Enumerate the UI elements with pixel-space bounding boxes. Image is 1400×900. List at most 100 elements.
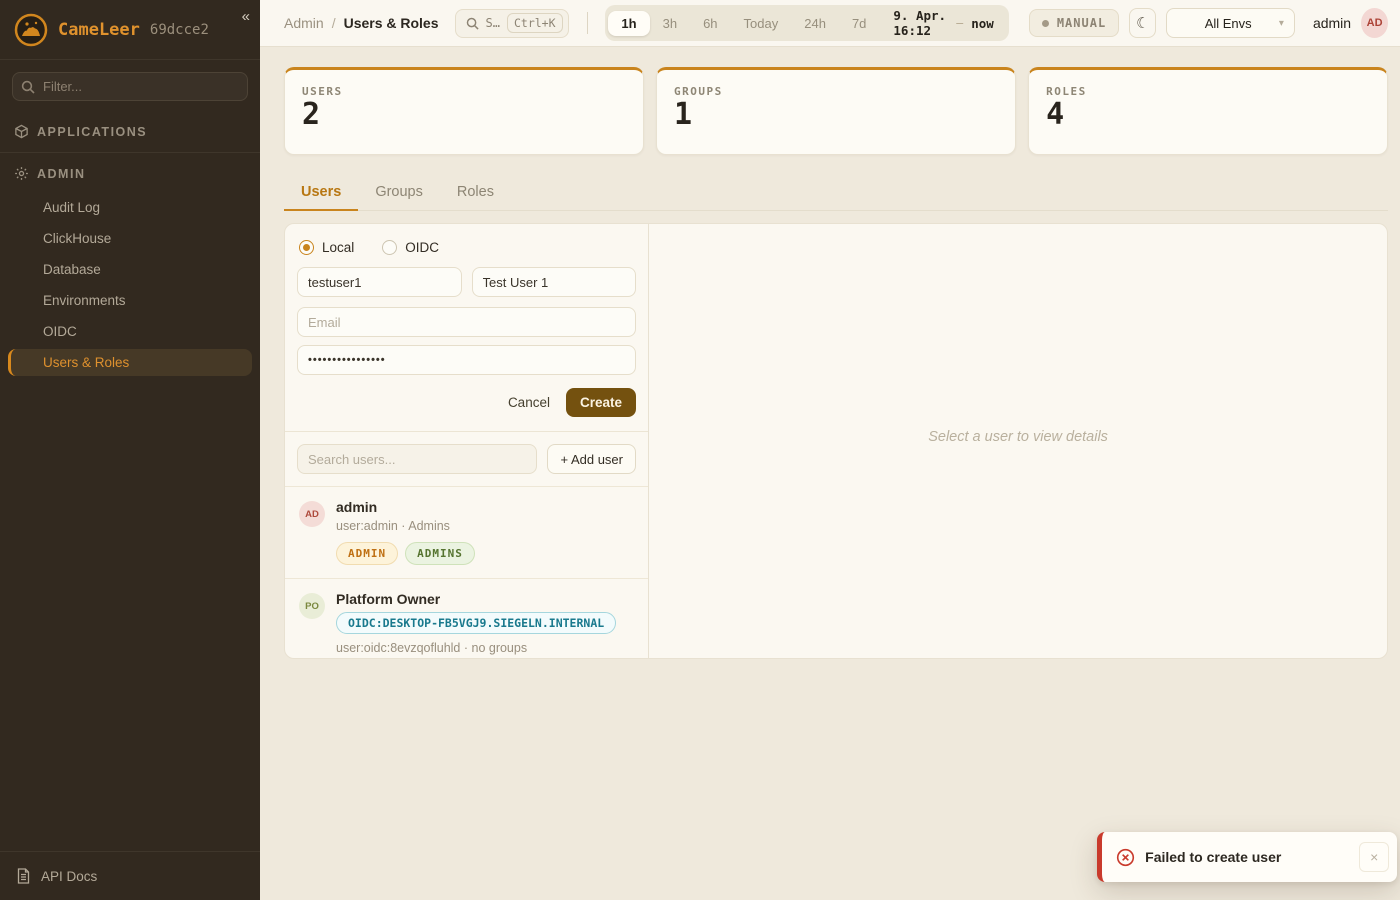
status-dot-icon (1042, 20, 1049, 27)
sidebar-item-clickhouse[interactable]: ClickHouse (8, 225, 252, 252)
time-range-7d[interactable]: 7d (839, 11, 879, 36)
toast-message: Failed to create user (1145, 849, 1349, 865)
sidebar-item-audit-log[interactable]: Audit Log (8, 194, 252, 221)
api-docs-link[interactable]: API Docs (0, 851, 260, 900)
oidc-issuer-badge: OIDC:DESKTOP-FB5VGJ9.SIEGELN.INTERNAL (336, 612, 616, 634)
badges-row: ADMIN ADMINS (336, 542, 634, 565)
users-panel-left: Local OIDC (285, 224, 649, 658)
radio-local[interactable]: Local (299, 240, 354, 255)
cameleer-logo-icon (14, 13, 48, 47)
refresh-mode-button[interactable]: MANUAL (1029, 9, 1119, 37)
time-range-6h[interactable]: 6h (690, 11, 730, 36)
sidebar-filter-input[interactable] (12, 72, 248, 101)
tab-groups[interactable]: Groups (358, 175, 440, 211)
user-subtitle: user:admin · Admins (336, 519, 634, 533)
sidebar-item-environments[interactable]: Environments (8, 287, 252, 314)
user-subtitle: user:oidc:8evzqofluhld · no groups (336, 641, 634, 655)
search-users-input[interactable] (297, 444, 537, 474)
breadcrumb-parent[interactable]: Admin (284, 15, 324, 31)
time-range-3h[interactable]: 3h (650, 11, 690, 36)
dark-mode-toggle[interactable]: ☾ (1129, 8, 1156, 38)
user-details-panel: Select a user to view details (649, 224, 1387, 658)
sidebar-item-users-roles[interactable]: Users & Roles (8, 349, 252, 376)
cancel-button[interactable]: Cancel (508, 395, 550, 410)
package-icon (14, 124, 29, 139)
tab-bar: Users Groups Roles (284, 175, 1388, 211)
moon-icon: ☾ (1136, 14, 1149, 32)
sidebar-item-database[interactable]: Database (8, 256, 252, 283)
user-row-platform-owner[interactable]: PO Platform Owner OIDC:DESKTOP-FB5VGJ9.S… (285, 578, 648, 658)
stat-card-roles: ROLES 4 (1028, 67, 1388, 155)
breadcrumb: Admin / Users & Roles (284, 15, 439, 31)
time-from-value[interactable]: 9. Apr. 16:12 (879, 8, 956, 38)
radio-oidc-label: OIDC (405, 240, 439, 255)
document-icon (16, 868, 31, 884)
radio-selected-icon (299, 240, 314, 255)
refresh-mode-label: MANUAL (1057, 16, 1106, 30)
environment-select-value: All Envs (1177, 16, 1278, 31)
radio-unselected-icon (382, 240, 397, 255)
avatar: PO (299, 593, 325, 619)
user-name: Platform Owner (336, 591, 634, 607)
toast-close-button[interactable]: × (1359, 842, 1389, 872)
page-content: USERS 2 GROUPS 1 ROLES 4 Users Groups Ro… (260, 47, 1400, 900)
name-fields-row (297, 267, 636, 297)
global-search-placeholder: S… (486, 16, 500, 30)
user-avatar[interactable]: AD (1361, 8, 1388, 38)
user-search-row: + Add user (285, 432, 648, 486)
stat-value: 1 (674, 100, 998, 130)
user-row-admin[interactable]: AD admin user:admin · Admins ADMIN ADMIN… (285, 486, 648, 578)
tab-users[interactable]: Users (284, 175, 358, 211)
radio-oidc[interactable]: OIDC (382, 240, 439, 255)
user-name: admin (336, 499, 634, 515)
error-toast: Failed to create user × (1097, 832, 1397, 882)
search-icon (21, 80, 35, 94)
app-window: CameLeer 69dcce2 « APPLICATIONS ADMIN Au… (0, 0, 1400, 900)
stat-value: 4 (1046, 100, 1370, 130)
gear-icon (14, 166, 29, 181)
stat-card-groups: GROUPS 1 (656, 67, 1016, 155)
sidebar-logo-row: CameLeer 69dcce2 « (0, 0, 260, 60)
global-search-button[interactable]: S… Ctrl+K (455, 9, 569, 38)
display-name-field[interactable] (472, 267, 637, 297)
create-button[interactable]: Create (566, 388, 636, 417)
users-panel: Local OIDC (284, 223, 1388, 659)
time-range-today[interactable]: Today (731, 11, 792, 36)
group-badge-admins: ADMINS (405, 542, 475, 565)
admin-nav: Audit Log ClickHouse Database Environmen… (0, 192, 260, 378)
sidebar-section-admin[interactable]: ADMIN (0, 155, 260, 192)
main-area: Admin / Users & Roles S… Ctrl+K 1h 3h 6h… (260, 0, 1400, 900)
sidebar-section-applications[interactable]: APPLICATIONS (0, 113, 260, 150)
stat-cards: USERS 2 GROUPS 1 ROLES 4 (284, 67, 1388, 155)
password-field[interactable] (297, 345, 636, 375)
header-divider (587, 12, 588, 34)
radio-local-label: Local (322, 240, 354, 255)
breadcrumb-current: Users & Roles (344, 15, 439, 31)
stat-value: 2 (302, 100, 626, 130)
stat-card-users: USERS 2 (284, 67, 644, 155)
top-header: Admin / Users & Roles S… Ctrl+K 1h 3h 6h… (260, 0, 1400, 47)
error-circle-x-icon (1116, 848, 1135, 867)
auth-type-radio-group: Local OIDC (297, 236, 636, 257)
stat-label: ROLES (1046, 85, 1370, 98)
search-icon (466, 17, 479, 30)
add-user-button[interactable]: + Add user (547, 444, 636, 474)
sidebar-item-oidc[interactable]: OIDC (8, 318, 252, 345)
time-range-picker: 1h 3h 6h Today 24h 7d 9. Apr. 16:12 – no… (605, 5, 1008, 41)
collapse-sidebar-icon[interactable]: « (242, 8, 250, 25)
sidebar-filter (12, 72, 248, 101)
shortcut-badge: Ctrl+K (507, 13, 563, 33)
email-field[interactable] (297, 307, 636, 337)
app-title: CameLeer (58, 20, 140, 40)
time-range-1h[interactable]: 1h (608, 11, 649, 36)
logged-in-user-label: admin (1313, 15, 1351, 31)
username-field[interactable] (297, 267, 462, 297)
app-version: 69dcce2 (150, 22, 209, 38)
tab-roles[interactable]: Roles (440, 175, 511, 211)
environment-select[interactable]: All Envs ▾ (1166, 8, 1294, 38)
user-list: AD admin user:admin · Admins ADMIN ADMIN… (285, 486, 648, 658)
time-range-24h[interactable]: 24h (791, 11, 839, 36)
empty-state-hint: Select a user to view details (928, 429, 1108, 445)
sidebar: CameLeer 69dcce2 « APPLICATIONS ADMIN Au… (0, 0, 260, 900)
time-to-value[interactable]: now (963, 16, 1006, 31)
